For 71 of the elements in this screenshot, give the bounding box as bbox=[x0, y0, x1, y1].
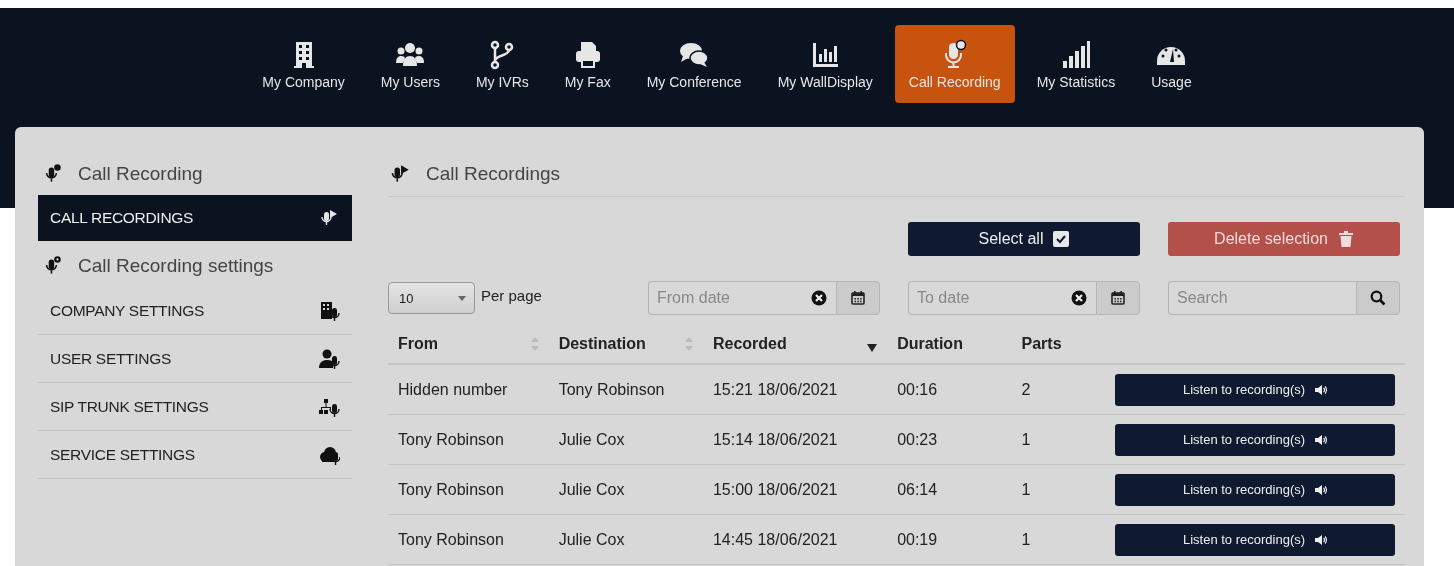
speaker-icon bbox=[1315, 533, 1328, 546]
table-cell: 00:19 bbox=[887, 514, 1012, 565]
clear-icon[interactable] bbox=[1071, 290, 1087, 306]
nav-tab[interactable]: My Company bbox=[248, 25, 359, 103]
calendar-icon bbox=[850, 290, 866, 306]
trash-icon bbox=[1337, 231, 1354, 247]
table-cell: Tony Robinson bbox=[548, 364, 703, 415]
sort-descending-icon[interactable] bbox=[867, 344, 878, 352]
table-cell: 14:45 18/06/2021 bbox=[702, 514, 888, 565]
table-cell: Tony Robinson bbox=[388, 414, 549, 465]
nav-tab[interactable]: Usage bbox=[1137, 25, 1206, 103]
building-microphone-icon bbox=[318, 299, 340, 322]
nav-tab[interactable]: Call Recording bbox=[894, 25, 1015, 103]
calendar-button[interactable] bbox=[1096, 281, 1140, 315]
search-field[interactable]: Search bbox=[1168, 281, 1356, 315]
nav-tab[interactable]: My Conference bbox=[632, 25, 756, 103]
calendar-icon bbox=[1110, 290, 1126, 306]
table-cell: 15:14 18/06/2021 bbox=[702, 414, 888, 465]
select-all-button[interactable]: Select all bbox=[908, 222, 1140, 256]
table-cell: Tony Robinson bbox=[388, 514, 549, 565]
table-cell: 1 bbox=[1011, 514, 1105, 565]
per-page-label: Per page bbox=[481, 287, 542, 304]
sidebar-item[interactable]: CALL RECORDINGS bbox=[38, 195, 352, 241]
speaker-icon bbox=[1315, 433, 1328, 446]
table-cell: Julie Cox bbox=[548, 514, 703, 565]
column-header[interactable]: From bbox=[398, 335, 438, 353]
clear-icon[interactable] bbox=[811, 290, 827, 306]
per-page-select[interactable]: 10 bbox=[388, 282, 475, 314]
date-field[interactable]: From date bbox=[648, 281, 836, 315]
table-cell: Julie Cox bbox=[548, 414, 703, 465]
table-cell: Hidden number bbox=[388, 364, 549, 415]
table-cell: 15:00 18/06/2021 bbox=[702, 464, 888, 515]
sidebar-item[interactable]: COMPANY SETTINGS bbox=[38, 287, 352, 335]
column-header[interactable]: Destination bbox=[558, 335, 646, 353]
column-header[interactable]: Duration bbox=[897, 335, 963, 353]
table-cell: 00:23 bbox=[887, 414, 1012, 465]
speaker-icon bbox=[1315, 383, 1328, 396]
table-cell: 1 bbox=[1011, 464, 1105, 515]
nav-tab[interactable]: My Fax bbox=[550, 25, 625, 103]
search-icon bbox=[1370, 290, 1386, 306]
table-cell: Tony Robinson bbox=[388, 464, 549, 515]
speaker-icon bbox=[1315, 483, 1328, 496]
column-header[interactable]: Recorded bbox=[712, 335, 787, 353]
listen-button[interactable]: Listen to recording(s) bbox=[1115, 373, 1395, 406]
sidebar-item[interactable]: SIP TRUNK SETTINGS bbox=[38, 383, 352, 431]
user-microphone-icon bbox=[318, 347, 340, 370]
nav-tab[interactable]: My Users bbox=[366, 25, 454, 103]
section-title: Call Recording bbox=[78, 163, 203, 185]
listen-button[interactable]: Listen to recording(s) bbox=[1115, 473, 1395, 506]
table-cell: 1 bbox=[1011, 414, 1105, 465]
table-cell: 15:21 18/06/2021 bbox=[702, 364, 888, 415]
table-cell: Julie Cox bbox=[548, 464, 703, 515]
delete-button[interactable]: Delete selection bbox=[1168, 222, 1400, 256]
calendar-button[interactable] bbox=[836, 281, 880, 315]
caret-icon bbox=[458, 295, 466, 301]
nav-tab[interactable]: My WallDisplay bbox=[763, 25, 887, 103]
column-header[interactable]: Parts bbox=[1021, 335, 1062, 353]
nav-tab[interactable]: My IVRs bbox=[461, 25, 543, 103]
listen-button[interactable]: Listen to recording(s) bbox=[1115, 523, 1395, 556]
checkbox-icon bbox=[1053, 231, 1070, 247]
table-cell: 2 bbox=[1011, 364, 1105, 415]
table-cell: 00:16 bbox=[887, 364, 1012, 415]
section-title: Call Recording settings bbox=[78, 255, 274, 277]
sidebar-item[interactable]: USER SETTINGS bbox=[38, 335, 352, 383]
sidebar-item[interactable]: SERVICE SETTINGS bbox=[38, 431, 352, 479]
table-cell: 06:14 bbox=[887, 464, 1012, 515]
search-button[interactable] bbox=[1356, 281, 1400, 315]
listen-button[interactable]: Listen to recording(s) bbox=[1115, 423, 1395, 456]
panel-title: Call Recordings bbox=[426, 163, 561, 185]
nav-tab[interactable]: My Statistics bbox=[1022, 25, 1130, 103]
date-field[interactable]: To date bbox=[908, 281, 1096, 315]
